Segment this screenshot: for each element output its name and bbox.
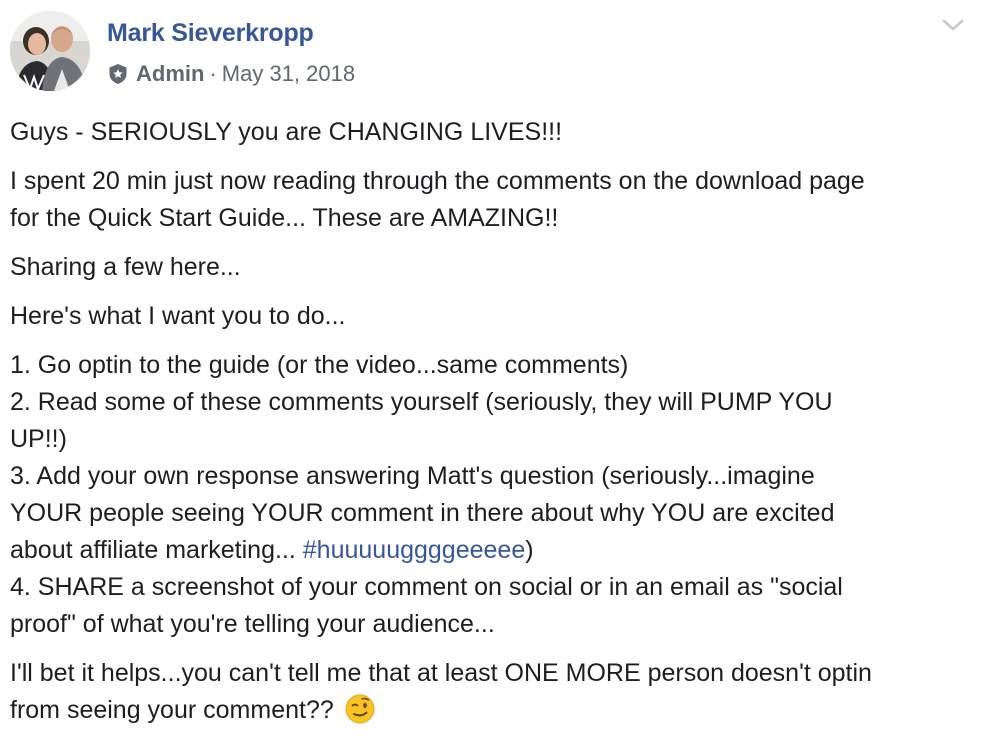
post-text: YOUR people seeing YOUR comment in there… bbox=[10, 499, 835, 527]
post-options-button[interactable] bbox=[938, 12, 968, 38]
group-post: Mark Sieverkropp Admin · May 31, 2018 Gu… bbox=[0, 0, 988, 752]
post-text: I spent 20 min just now reading through … bbox=[10, 167, 865, 195]
meta-separator: · bbox=[209, 61, 217, 86]
post-text: Guys - SERIOUSLY you are CHANGING LIVES!… bbox=[10, 118, 563, 146]
post-body: Guys - SERIOUSLY you are CHANGING LIVES!… bbox=[10, 114, 970, 741]
post-text-line: proof" of what you're telling your audie… bbox=[10, 606, 970, 643]
post-text-line: 4. SHARE a screenshot of your comment on… bbox=[10, 569, 970, 606]
post-paragraph: Sharing a few here... bbox=[10, 249, 970, 286]
post-text: ) bbox=[525, 536, 534, 564]
author-avatar[interactable] bbox=[10, 11, 90, 91]
post-text-line: 2. Read some of these comments yourself … bbox=[10, 384, 970, 421]
post-text: 4. SHARE a screenshot of your comment on… bbox=[10, 573, 843, 601]
post-text-line: for the Quick Start Guide... These are A… bbox=[10, 200, 970, 237]
post-timestamp-link[interactable]: May 31, 2018 bbox=[222, 61, 355, 87]
post-text: 3. Add your own response answering Matt'… bbox=[10, 462, 815, 490]
post-text: 2. Read some of these comments yourself … bbox=[10, 388, 833, 416]
post-text-line: YOUR people seeing YOUR comment in there… bbox=[10, 495, 970, 532]
post-paragraph: I'll bet it helps...you can't tell me th… bbox=[10, 655, 970, 729]
post-text: I'll bet it helps...you can't tell me th… bbox=[10, 659, 872, 687]
post-text: about affiliate marketing... bbox=[10, 536, 303, 564]
post-text: Sharing a few here... bbox=[10, 253, 241, 281]
post-text: Here's what I want you to do... bbox=[10, 302, 346, 330]
hashtag-link[interactable]: #huuuuuggggeeeee bbox=[303, 536, 525, 564]
chevron-down-icon bbox=[942, 19, 964, 31]
post-text-line: Sharing a few here... bbox=[10, 249, 970, 286]
post-paragraph: Guys - SERIOUSLY you are CHANGING LIVES!… bbox=[10, 114, 970, 151]
post-text-line: Here's what I want you to do... bbox=[10, 298, 970, 335]
author-name-link[interactable]: Mark Sieverkropp bbox=[107, 19, 314, 48]
post-text: for the Quick Start Guide... These are A… bbox=[10, 204, 559, 232]
post-text-line: UP!!) bbox=[10, 421, 970, 458]
avatar-photo bbox=[10, 11, 90, 91]
post-paragraph: 1. Go optin to the guide (or the video..… bbox=[10, 347, 970, 643]
post-paragraph: I spent 20 min just now reading through … bbox=[10, 163, 970, 237]
post-text: 1. Go optin to the guide (or the video..… bbox=[10, 351, 629, 379]
post-text: from seeing your comment?? bbox=[10, 696, 341, 724]
post-text-line: 3. Add your own response answering Matt'… bbox=[10, 458, 970, 495]
admin-badge-icon bbox=[107, 63, 129, 85]
post-text-line: Guys - SERIOUSLY you are CHANGING LIVES!… bbox=[10, 114, 970, 151]
post-text: proof" of what you're telling your audie… bbox=[10, 610, 495, 638]
post-text-line: I'll bet it helps...you can't tell me th… bbox=[10, 655, 970, 692]
post-paragraph: Here's what I want you to do... bbox=[10, 298, 970, 335]
admin-role-label: Admin bbox=[136, 61, 205, 86]
winking-face-emoji-icon bbox=[345, 694, 375, 724]
post-text-line: 1. Go optin to the guide (or the video..… bbox=[10, 347, 970, 384]
post-meta: Admin · May 31, 2018 bbox=[107, 60, 355, 88]
post-text: UP!!) bbox=[10, 425, 67, 453]
post-text-line: I spent 20 min just now reading through … bbox=[10, 163, 970, 200]
post-text-line: about affiliate marketing... #huuuuugggg… bbox=[10, 532, 970, 569]
post-text-line: from seeing your comment?? bbox=[10, 692, 970, 729]
